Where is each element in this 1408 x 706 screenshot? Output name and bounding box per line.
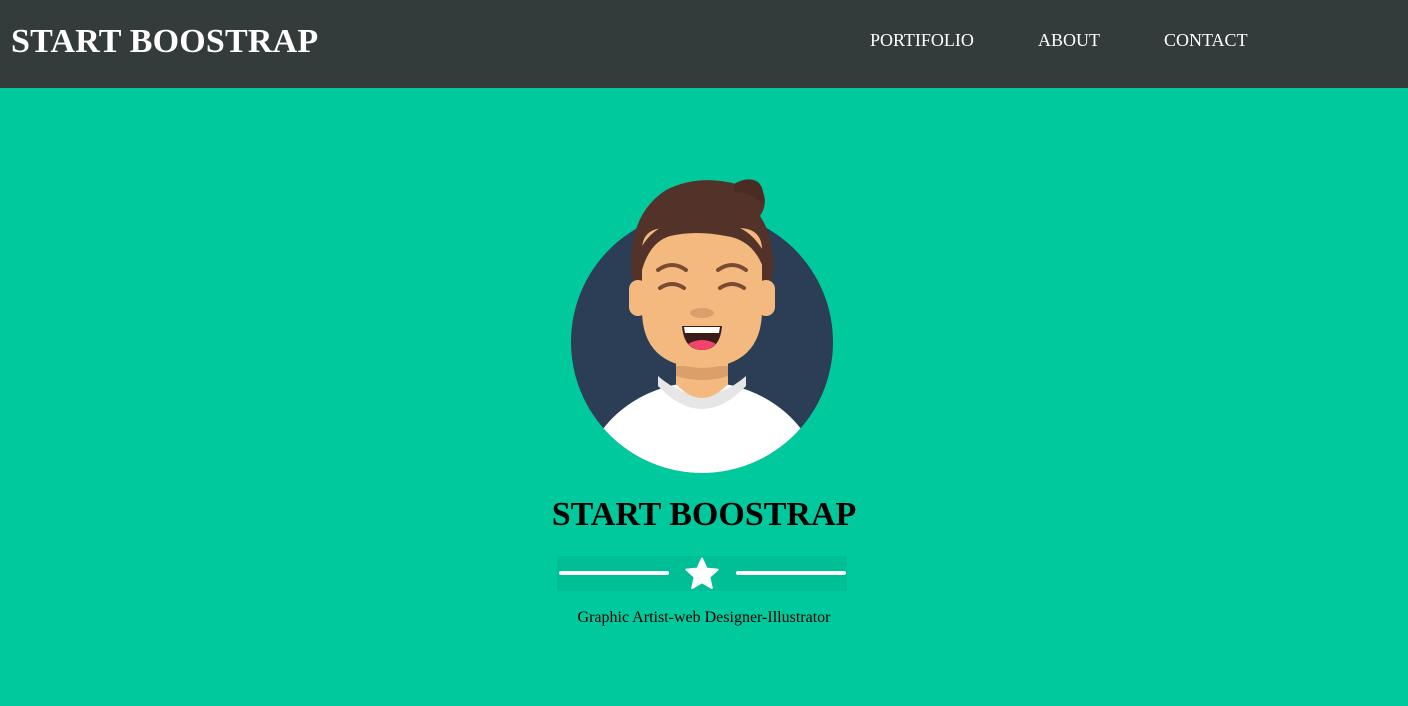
hero-title: START BOOSTRAP [551,496,857,533]
divider-line-left [559,571,669,575]
divider-line-right [736,571,846,575]
nav-link-contact[interactable]: CONTACT [1164,30,1248,51]
navbar: START BOOSTRAP PORTIFOLIO ABOUT CONTACT [0,0,1408,88]
brand-logo-link[interactable]: START BOOSTRAP [11,23,318,61]
nav-link-about[interactable]: ABOUT [1038,30,1100,51]
star-icon [685,557,719,589]
nav-link-portfolio[interactable]: PORTIFOLIO [870,30,974,51]
star-divider [557,556,847,591]
hero-subtitle: Graphic Artist-web Designer-Illustrator [577,609,831,626]
smiling-man-avatar-icon [571,179,833,473]
